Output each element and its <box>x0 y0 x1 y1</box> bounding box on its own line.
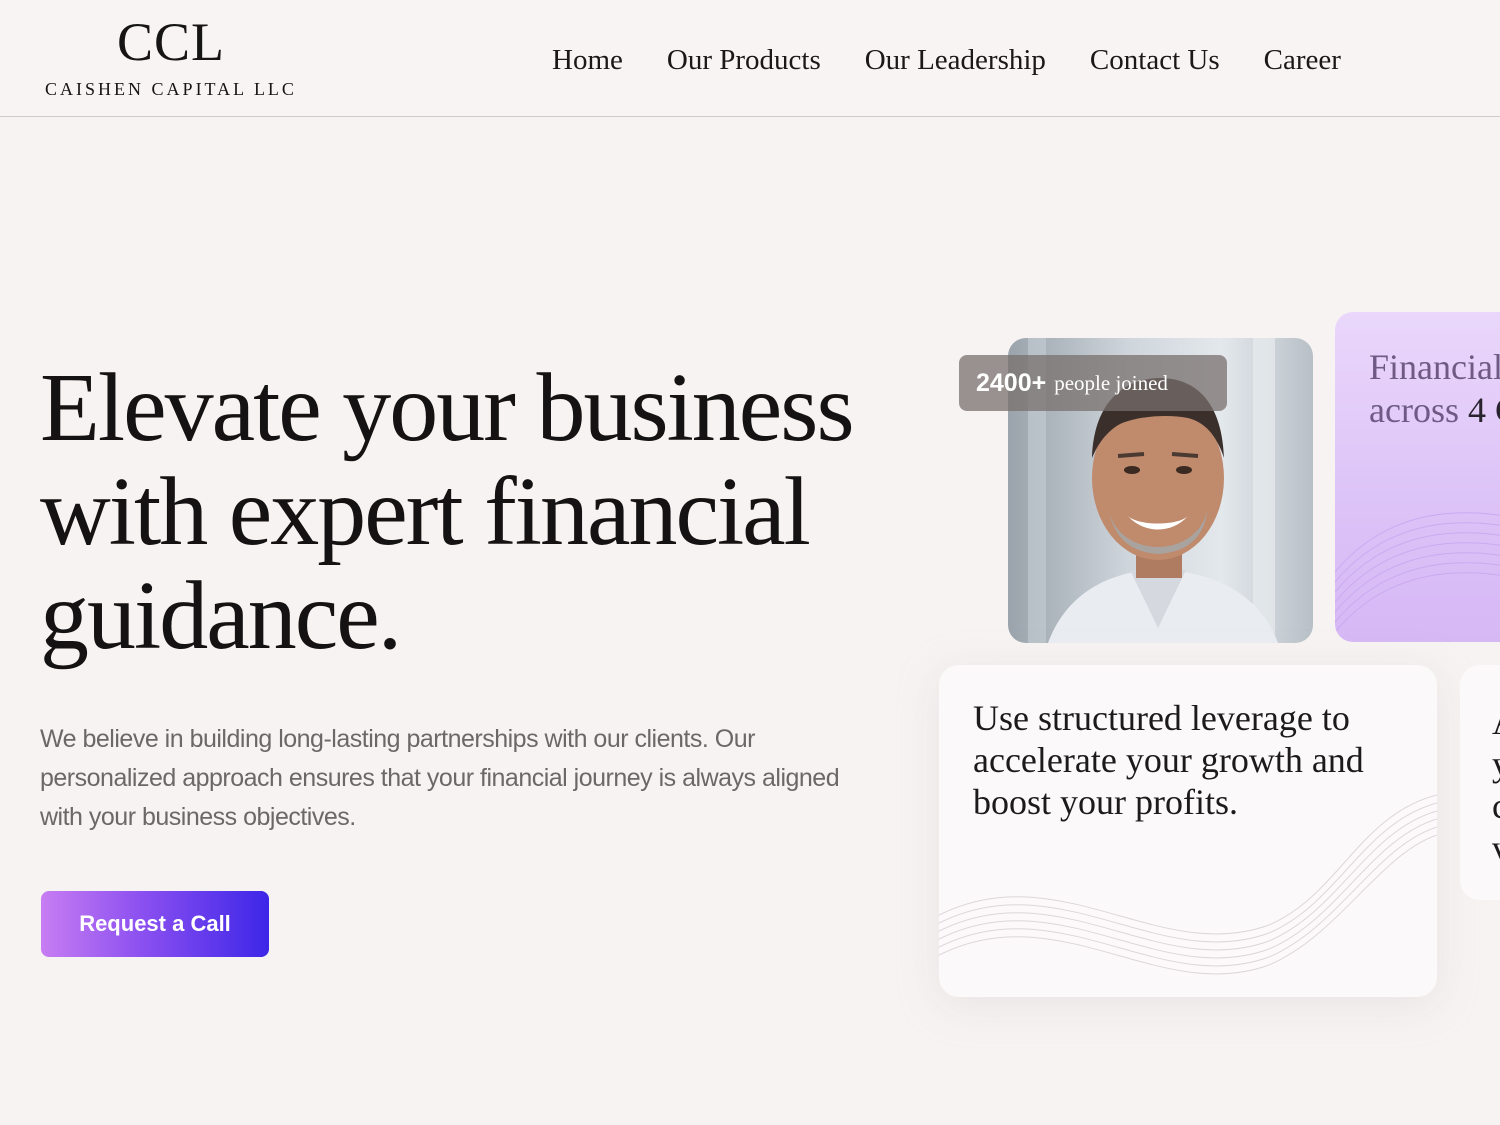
people-joined-badge: 2400+ people joined <box>959 355 1227 411</box>
nav-contact-us[interactable]: Contact Us <box>1090 40 1220 80</box>
wave-pattern-purple <box>1335 512 1500 633</box>
financial-stats-card: Financial across 4 C <box>1335 312 1500 642</box>
leverage-card: Use structured leverage to accelerate yo… <box>939 665 1437 997</box>
partial-card-char-4: v <box>1492 827 1500 869</box>
partial-card-char-1: A <box>1492 701 1500 743</box>
people-joined-label: people joined <box>1054 370 1168 395</box>
site-header: CCL CAISHEN CAPITAL LLC Home Our Product… <box>0 0 1500 117</box>
nav-home[interactable]: Home <box>552 40 623 80</box>
nav-career[interactable]: Career <box>1264 40 1341 80</box>
partial-card-right: A y c v <box>1460 665 1500 900</box>
nav-our-products[interactable]: Our Products <box>667 40 821 80</box>
hero-title: Elevate your business with expert financ… <box>40 354 855 670</box>
nav-our-leadership[interactable]: Our Leadership <box>865 40 1046 80</box>
people-joined-count: 2400+ <box>976 368 1047 397</box>
request-call-button[interactable]: Request a Call <box>41 891 269 957</box>
partial-card-char-2: y <box>1492 743 1500 785</box>
partial-card-char-3: c <box>1492 786 1500 826</box>
logo-company-name: CAISHEN CAPITAL LLC <box>45 79 297 99</box>
main-nav: Home Our Products Our Leadership Contact… <box>552 40 1341 80</box>
hero-lead: We believe in building long-lasting part… <box>40 725 840 831</box>
logo-mark[interactable]: CCL <box>40 12 302 72</box>
leverage-text: Use structured leverage to accelerate yo… <box>973 698 1364 822</box>
